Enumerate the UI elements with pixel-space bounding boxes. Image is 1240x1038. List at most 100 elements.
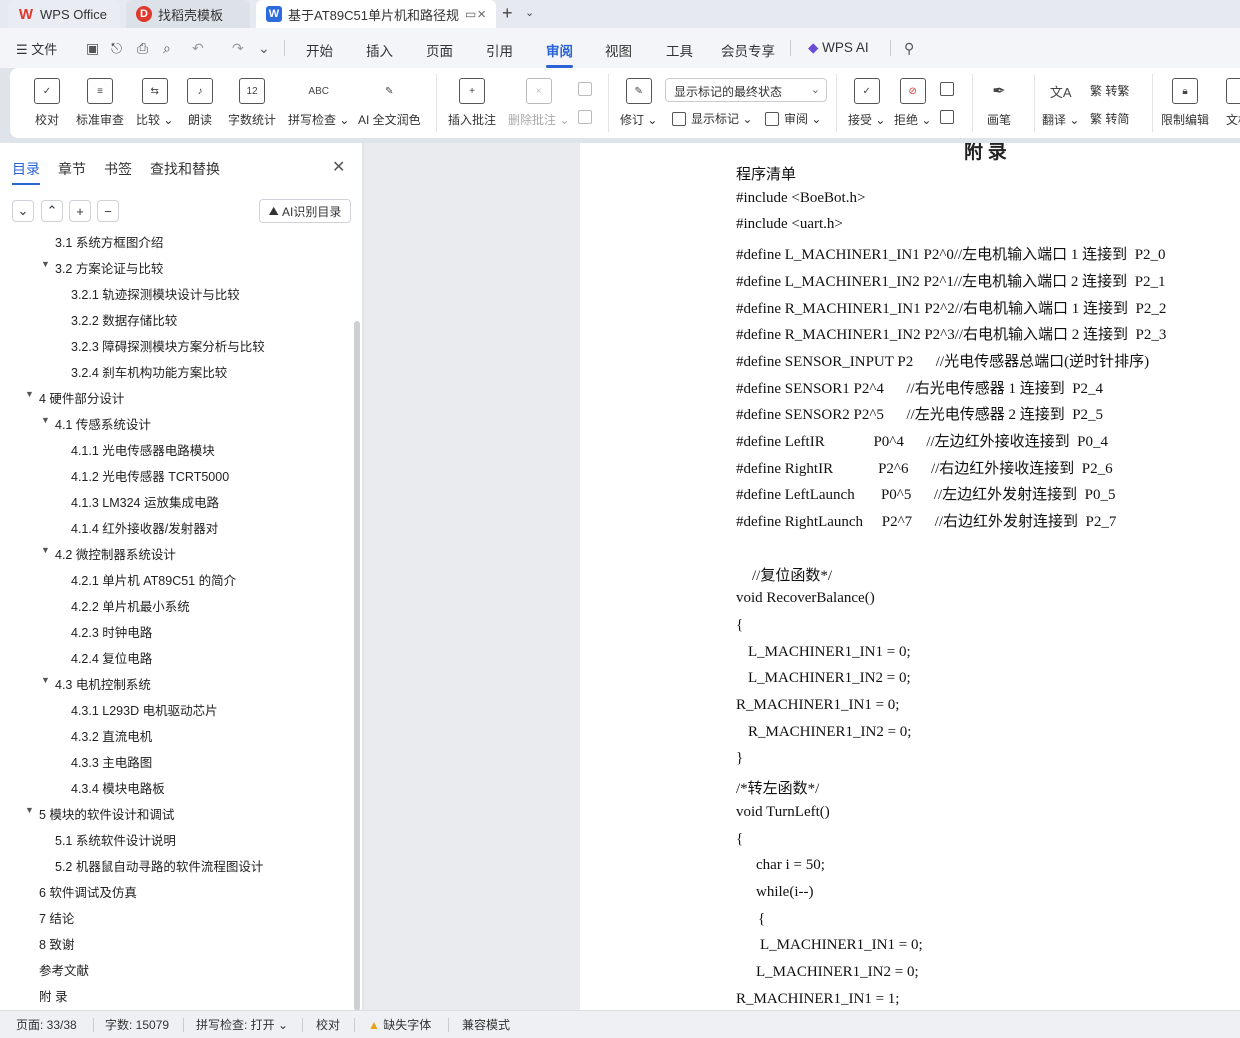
tab-review[interactable]: 审阅 — [546, 40, 573, 68]
tab-sections[interactable]: 章节 — [58, 159, 86, 179]
document-page[interactable]: 附 录 程序清单 #include <BoeBot.h> #include <uar… — [580, 143, 1240, 1010]
spell-check-status[interactable]: 拼写检查: 打开 ⌄ — [196, 1016, 288, 1033]
translate-button[interactable]: 文A 翻译 ⌄ — [1042, 78, 1079, 128]
toc-item[interactable]: 3.1 系统方框图介绍 — [0, 233, 350, 250]
word-count-indicator[interactable]: 字数: 15079 — [105, 1016, 169, 1033]
tab-insert[interactable]: 插入 — [366, 40, 393, 60]
toc-item[interactable]: 3.2.3 障碍探测模块方案分析与比较 — [0, 334, 350, 354]
revise-button[interactable]: ✎ 修订 ⌄ — [620, 78, 657, 128]
document-button[interactable]: 文档 — [1226, 78, 1240, 128]
toc-item[interactable]: 3.2.2 数据存储比较 — [0, 308, 350, 328]
print-icon[interactable]: ⎙ — [137, 40, 148, 57]
close-tab-icon[interactable]: × — [477, 6, 486, 23]
redo-icon[interactable]: ↷ — [232, 40, 244, 57]
print-preview-icon[interactable]: ⌕ — [163, 40, 171, 57]
toc-item[interactable]: 4.3.4 模块电路板 — [0, 776, 350, 796]
toc-item[interactable]: 7 结论 — [0, 906, 350, 926]
prev-change-icon[interactable] — [940, 82, 959, 96]
more-dropdown-icon[interactable]: ⌄ — [258, 40, 270, 57]
toc-item[interactable]: 3.2.1 轨迹探测模块设计与比较 — [0, 282, 350, 302]
toc-item[interactable]: ▼ 4.2 微控制器系统设计 — [0, 542, 350, 562]
proof-status[interactable]: 校对 — [316, 1016, 340, 1033]
tab-start[interactable]: 开始 — [306, 40, 333, 60]
prev-comment-icon[interactable] — [578, 82, 597, 96]
expand-arrow-icon[interactable]: ▼ — [25, 389, 34, 399]
toc-item[interactable]: ▼ 5 模块的软件设计和调试 — [0, 802, 350, 822]
pen-button[interactable]: ✒ 画笔 — [986, 78, 1012, 128]
toc-item[interactable]: 4.1.4 红外接收器/发射器对 — [0, 516, 350, 536]
delete-comment-button[interactable]: × 删除批注 ⌄ — [508, 78, 569, 128]
close-icon[interactable]: ✕ — [332, 157, 345, 177]
add-heading-button[interactable]: + — [69, 200, 91, 222]
tab-template[interactable]: D 找稻壳模板 — [126, 0, 250, 28]
toc-item[interactable]: 4.2.1 单片机 AT89C51 的简介 — [0, 568, 350, 588]
save-icon[interactable]: ▣ — [86, 40, 99, 57]
expand-arrow-icon[interactable]: ▼ — [41, 675, 50, 685]
restrict-edit-button[interactable]: 🔒︎ 限制编辑 — [1161, 78, 1209, 128]
tab-find-replace[interactable]: 查找和替换 — [150, 159, 220, 179]
proofread-button[interactable]: ✓ 校对 — [34, 78, 60, 128]
page-indicator[interactable]: 页面: 33/38 — [16, 1016, 77, 1033]
accept-button[interactable]: ✓ 接受 ⌄ — [848, 78, 885, 128]
toc-item[interactable]: 4.3.2 直流电机 — [0, 724, 350, 744]
expand-arrow-icon[interactable]: ▼ — [41, 545, 50, 555]
tab-tools[interactable]: 工具 — [666, 40, 693, 60]
ai-toc-button[interactable]: ⛰ AI识别目录 — [259, 199, 351, 223]
missing-font-status[interactable]: ▲ 缺失字体 — [368, 1016, 431, 1033]
to-traditional-button[interactable]: 繁 转繁 — [1090, 82, 1129, 99]
expand-arrow-icon[interactable]: ▼ — [41, 415, 50, 425]
toc-scrollbar[interactable] — [354, 321, 360, 1011]
tab-wps-office[interactable]: W WPS Office — [8, 0, 120, 28]
toc-item[interactable]: 4.2.4 复位电路 — [0, 646, 350, 666]
markup-state-select[interactable]: 显示标记的最终状态 ⌄ — [665, 78, 827, 102]
read-aloud-button[interactable]: ♪ 朗读 — [187, 78, 213, 128]
monitor-icon[interactable]: ▭ — [465, 7, 476, 21]
toc-item[interactable]: 3.2.4 刹车机构功能方案比较 — [0, 360, 350, 380]
new-tab-icon[interactable]: + — [502, 3, 513, 24]
review-pane-button[interactable]: 审阅 ⌄ — [765, 110, 821, 127]
spell-check-button[interactable]: ABC 拼写检查 ⌄ — [288, 78, 349, 128]
remove-heading-button[interactable]: − — [97, 200, 119, 222]
ai-polish-button[interactable]: ✎ AI 全文润色 — [358, 78, 421, 128]
tab-member[interactable]: 会员专享 — [721, 40, 775, 60]
next-change-icon[interactable] — [940, 110, 959, 124]
share-icon[interactable]: ⎋ — [111, 40, 122, 57]
tab-page[interactable]: 页面 — [426, 40, 453, 60]
next-comment-icon[interactable] — [578, 110, 597, 124]
toc-item[interactable]: 6 软件调试及仿真 — [0, 880, 350, 900]
toc-item[interactable]: ▼ 3.2 方案论证与比较 — [0, 256, 350, 276]
toc-item[interactable]: 4.1.2 光电传感器 TCRT5000 — [0, 464, 350, 484]
word-count-button[interactable]: 12 字数统计 — [228, 78, 276, 128]
expand-arrow-icon[interactable]: ▼ — [25, 805, 34, 815]
reject-button[interactable]: ⊘ 拒绝 ⌄ — [894, 78, 931, 128]
tab-toc[interactable]: 目录 — [12, 159, 40, 185]
compare-button[interactable]: ⇆ 比较 ⌄ — [136, 78, 173, 128]
toc-item[interactable]: 4.2.2 单片机最小系统 — [0, 594, 350, 614]
toc-item[interactable]: 4.1.3 LM324 运放集成电路 — [0, 490, 350, 510]
toc-item[interactable]: 8 致谢 — [0, 932, 350, 952]
file-menu[interactable]: ☰ 文件 — [16, 39, 57, 58]
tab-view[interactable]: 视图 — [605, 40, 632, 60]
to-simplified-button[interactable]: 繁 转简 — [1090, 110, 1129, 127]
toc-item[interactable]: 5.2 机器鼠自动寻路的软件流程图设计 — [0, 854, 350, 874]
chevron-down-icon[interactable]: ⌄ — [525, 6, 534, 19]
collapse-down-button[interactable]: ⌄ — [12, 200, 34, 222]
toc-item[interactable]: 4.3.1 L293D 电机驱动芯片 — [0, 698, 350, 718]
expand-arrow-icon[interactable]: ▼ — [41, 259, 50, 269]
toc-item[interactable]: ▼ 4.3 电机控制系统 — [0, 672, 350, 692]
toc-item[interactable]: 4.1.1 光电传感器电路模块 — [0, 438, 350, 458]
insert-comment-button[interactable]: + 插入批注 — [448, 78, 496, 128]
undo-icon[interactable]: ↶ — [192, 40, 204, 57]
collapse-up-button[interactable]: ⌃ — [41, 200, 63, 222]
tab-wps-ai[interactable]: ◆ WPS AI — [808, 40, 869, 56]
toc-item[interactable]: 附 录 — [0, 984, 350, 1004]
toc-item[interactable]: 5.1 系统软件设计说明 — [0, 828, 350, 848]
tab-bookmarks[interactable]: 书签 — [104, 159, 132, 179]
toc-item[interactable]: 参考文献 — [0, 958, 350, 978]
toc-item[interactable]: 4.3.3 主电路图 — [0, 750, 350, 770]
standard-review-button[interactable]: ≡ 标准审查 — [76, 78, 124, 128]
toc-item[interactable]: ▼ 4.1 传感系统设计 — [0, 412, 350, 432]
tab-reference[interactable]: 引用 — [486, 40, 513, 60]
toc-item[interactable]: 4.2.3 时钟电路 — [0, 620, 350, 640]
tab-document[interactable]: W 基于AT89C51单片机和路径规 ▭ × — [256, 0, 496, 28]
